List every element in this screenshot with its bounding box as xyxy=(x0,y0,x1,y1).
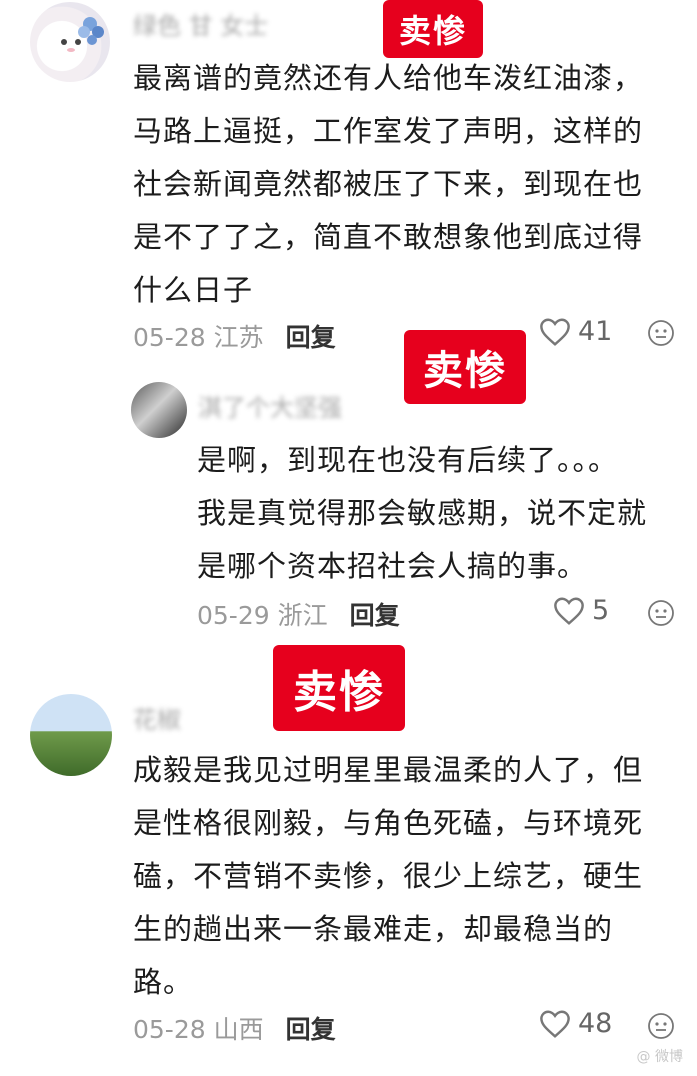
heart-icon xyxy=(554,596,584,625)
comment-text: 是啊，到现在也没有后续了。。。 我是真觉得那会敏感期，说不定就 是哪个资本招社会… xyxy=(197,443,648,583)
emoji-icon[interactable] xyxy=(647,599,675,627)
comment-date: 05-28 xyxy=(133,1015,206,1044)
stamp-label: 卖惨 xyxy=(273,645,405,731)
comment-2: 淇了个大坚强 卖惨 是啊，到现在也没有后续了。。。 我是真觉得那会敏感期，说不定… xyxy=(0,330,697,640)
reply-button[interactable]: 回复 xyxy=(286,1015,336,1044)
stamp-label: 卖惨 xyxy=(383,0,483,58)
comment-text: 成毅是我见过明星里最温柔的人了，但 是性格很刚毅，与角色死磕，与环境死 磕，不营… xyxy=(133,753,644,999)
reply-button[interactable]: 回复 xyxy=(350,601,400,630)
comment-3: 花椒 卖惨 成毅是我见过明星里最温柔的人了，但 是性格很刚毅，与角色死磕，与环境… xyxy=(0,640,697,1060)
avatar[interactable] xyxy=(131,382,187,438)
like-button[interactable]: 48 xyxy=(538,1008,612,1039)
username[interactable]: 花椒 xyxy=(133,700,181,735)
comment-location: 浙江 xyxy=(277,601,328,630)
comment-text: 最离谱的竟然还有人给他车泼红油漆， 马路上逼挺，工作室发了声明，这样的 社会新闻… xyxy=(133,61,644,307)
comment-date: 05-29 xyxy=(197,601,270,630)
username[interactable]: 淇了个大坚强 xyxy=(198,388,342,423)
emoji-icon[interactable] xyxy=(647,1012,675,1040)
comment-meta: 05-28 山西 回复 xyxy=(133,1010,336,1046)
comment-1: 绿色 甘 女士 卖惨 最离谱的竟然还有人给他车泼红油漆， 马路上逼挺，工作室发了… xyxy=(0,0,697,360)
heart-icon xyxy=(540,1009,570,1038)
avatar[interactable] xyxy=(30,694,112,776)
watermark: @ 微博 xyxy=(636,1049,683,1065)
flower-icon xyxy=(61,17,104,52)
avatar[interactable] xyxy=(30,2,110,82)
stamp-label: 卖惨 xyxy=(404,330,526,404)
username[interactable]: 绿色 甘 女士 xyxy=(133,6,268,41)
like-button[interactable]: 5 xyxy=(552,595,609,626)
comment-meta: 05-29 浙江 回复 xyxy=(197,596,400,632)
comment-location: 山西 xyxy=(213,1015,264,1044)
like-count: 48 xyxy=(578,1008,613,1039)
like-count: 5 xyxy=(592,595,610,626)
